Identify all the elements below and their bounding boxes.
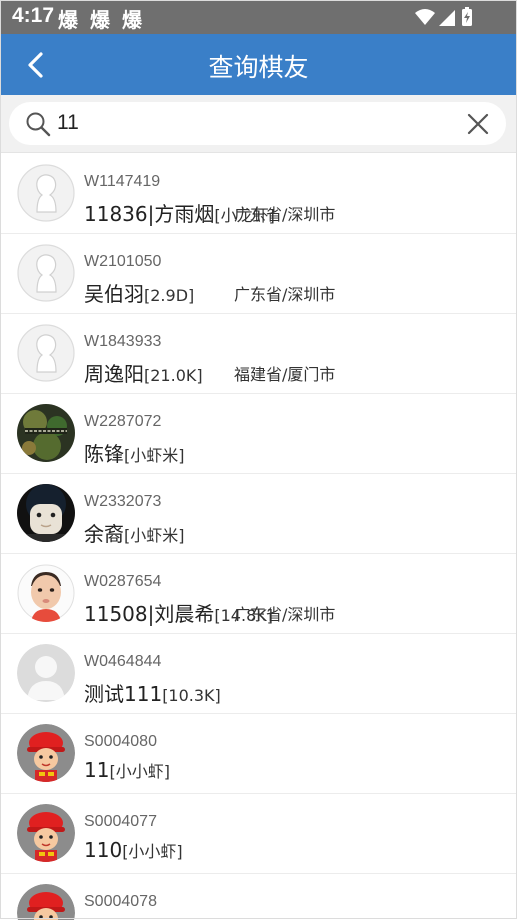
wifi-icon bbox=[415, 9, 435, 25]
player-name: 11836|方雨烟 bbox=[84, 202, 215, 226]
firefighter-cartoon-icon bbox=[17, 884, 75, 920]
status-bar: 4:17 爆 爆 爆 bbox=[0, 0, 517, 34]
player-name: 11508|刘晨希 bbox=[84, 602, 215, 626]
player-row[interactable]: W1147419 11836|方雨烟[小龙虾] 广东省/深圳市 bbox=[0, 153, 517, 234]
player-rank: [小虾米] bbox=[124, 446, 185, 465]
search-box bbox=[9, 102, 506, 145]
search-bar bbox=[0, 95, 517, 152]
close-icon bbox=[467, 113, 489, 135]
player-name: 陈锋 bbox=[84, 442, 124, 466]
signal-icon bbox=[439, 10, 455, 26]
clear-search-button[interactable] bbox=[466, 112, 490, 136]
gray-silhouette-icon bbox=[17, 644, 75, 702]
default-avatar-icon bbox=[17, 244, 75, 302]
player-location: 广东省/深圳市 bbox=[234, 205, 336, 224]
player-id: W2101050 bbox=[84, 253, 162, 270]
player-id: W1147419 bbox=[84, 173, 161, 190]
player-rank: [小虾米] bbox=[124, 526, 185, 545]
search-icon bbox=[26, 112, 51, 137]
default-avatar-icon bbox=[17, 324, 75, 382]
status-time: 4:17 bbox=[12, 4, 55, 27]
player-rank: [小小虾] bbox=[109, 762, 170, 781]
player-rank: [21.0K] bbox=[144, 366, 203, 385]
player-row[interactable]: S0004077 110[小小虾] bbox=[0, 793, 517, 874]
player-row[interactable]: W2287072 陈锋[小虾米] bbox=[0, 393, 517, 474]
notification-icon: 爆 bbox=[90, 8, 110, 32]
player-row[interactable]: S0004078 bbox=[0, 873, 517, 920]
player-id: S0004080 bbox=[84, 733, 157, 750]
player-rank: [小小虾] bbox=[122, 842, 183, 861]
firefighter-cartoon-icon bbox=[17, 804, 75, 862]
player-id: S0004077 bbox=[84, 813, 157, 830]
player-location: 广东省/深圳市 bbox=[234, 285, 336, 304]
player-name: 110 bbox=[84, 838, 123, 862]
player-id: W2332073 bbox=[84, 493, 162, 510]
player-name: 11 bbox=[84, 758, 110, 782]
cartoon-face-icon bbox=[17, 484, 75, 542]
player-name: 吴伯羽 bbox=[84, 282, 144, 306]
player-location: 广东省/深圳市 bbox=[234, 605, 336, 624]
search-input[interactable] bbox=[57, 108, 447, 138]
player-id: S0004078 bbox=[84, 893, 157, 910]
player-list: W1147419 11836|方雨烟[小龙虾] 广东省/深圳市 W2101050… bbox=[0, 152, 517, 920]
notification-icon: 爆 bbox=[122, 8, 142, 32]
player-name: 余裔 bbox=[84, 522, 124, 546]
player-rank: [10.3K] bbox=[162, 686, 221, 705]
player-id: W0464844 bbox=[84, 653, 162, 670]
player-row[interactable]: W1843933 周逸阳[21.0K] 福建省/厦门市 bbox=[0, 313, 517, 394]
player-name: 测试111 bbox=[84, 682, 163, 706]
player-row[interactable]: W2101050 吴伯羽[2.9D] 广东省/深圳市 bbox=[0, 233, 517, 314]
player-id: W0287654 bbox=[84, 573, 162, 590]
bacteria-photo-icon bbox=[17, 404, 75, 462]
player-row[interactable]: S0004080 11[小小虾] bbox=[0, 713, 517, 794]
player-rank: [2.9D] bbox=[144, 286, 195, 305]
default-avatar-icon bbox=[17, 164, 75, 222]
player-row[interactable]: W0464844 测试111[10.3K] bbox=[0, 633, 517, 714]
system-status-icons bbox=[415, 7, 472, 26]
baby-photo-icon bbox=[17, 564, 75, 622]
player-row[interactable]: W2332073 余裔[小虾米] bbox=[0, 473, 517, 554]
player-location: 福建省/厦门市 bbox=[234, 365, 336, 384]
title-bar: 查询棋友 bbox=[0, 34, 517, 95]
page-title: 查询棋友 bbox=[208, 53, 309, 82]
player-id: W2287072 bbox=[84, 413, 162, 430]
firefighter-cartoon-icon bbox=[17, 724, 75, 782]
notification-icon: 爆 bbox=[58, 8, 78, 32]
player-id: W1843933 bbox=[84, 333, 162, 350]
player-row[interactable]: W0287654 11508|刘晨希[14.8K] 广东省/深圳市 bbox=[0, 553, 517, 634]
player-name: 周逸阳 bbox=[84, 362, 144, 386]
